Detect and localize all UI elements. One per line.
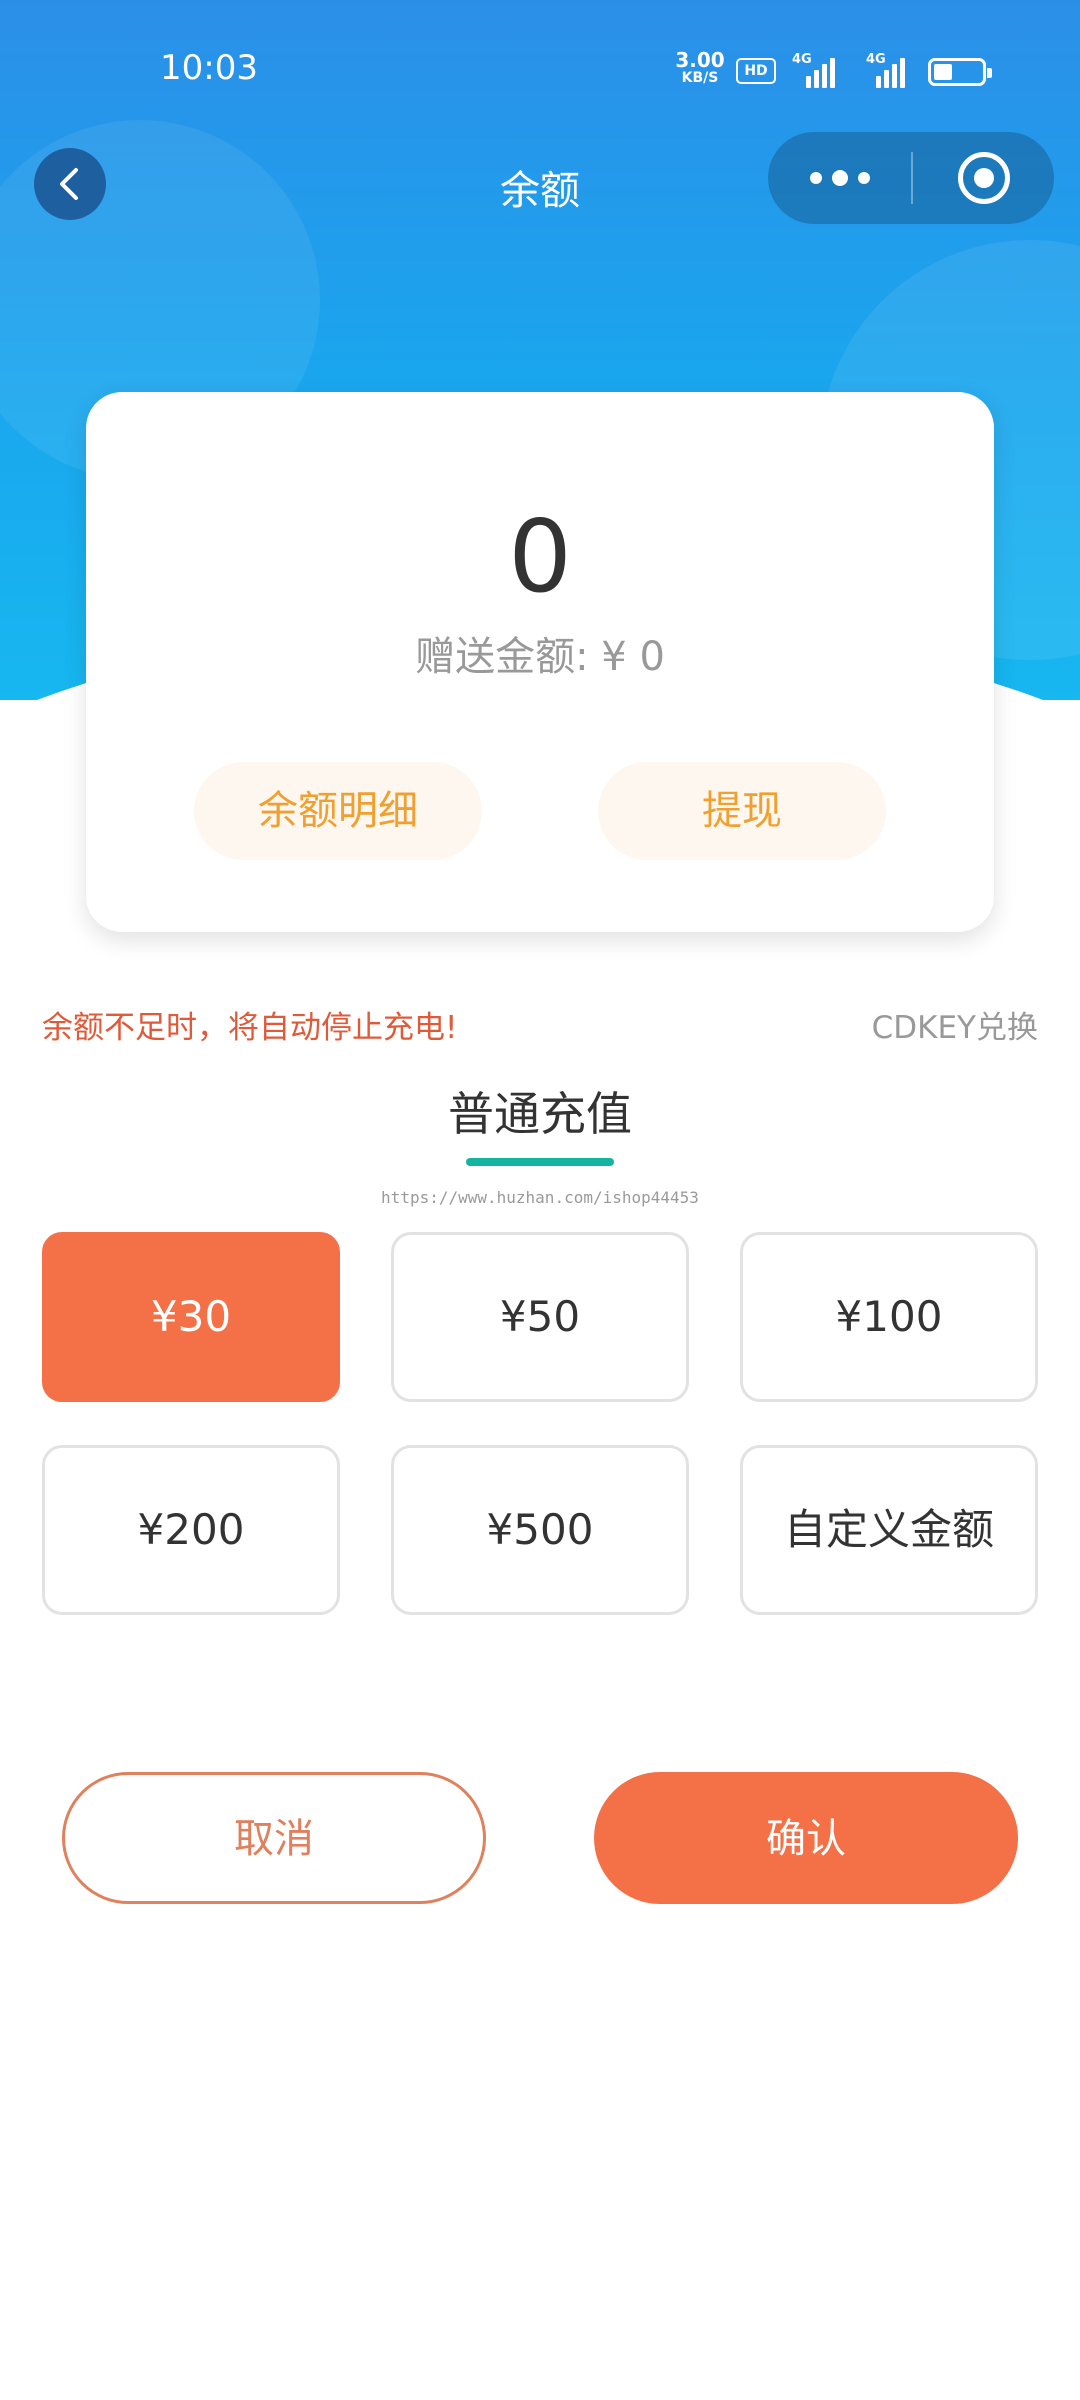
status-time: 10:03	[160, 48, 258, 88]
battery-level	[934, 64, 952, 80]
amount-option[interactable]: ¥30	[42, 1232, 340, 1402]
amount-option[interactable]: ¥500	[391, 1445, 689, 1615]
cdkey-redeem-link[interactable]: CDKEY兑换	[872, 1002, 1038, 1047]
miniprogram-capsule	[768, 132, 1054, 224]
network-speed: 3.00 KB/S	[670, 50, 730, 86]
signal-type: 4G	[866, 52, 886, 67]
capsule-divider	[911, 152, 913, 204]
balance-card: 0 赠送金额: ¥ 0 余额明细 提现	[86, 392, 994, 932]
gift-amount: 赠送金额: ¥ 0	[415, 634, 665, 680]
cancel-button[interactable]: 取消	[62, 1772, 486, 1904]
network-speed-value: 3.00	[675, 48, 725, 72]
signal-icon: 4G	[792, 52, 838, 88]
tab-indicator	[466, 1158, 614, 1166]
confirm-button[interactable]: 确认	[594, 1772, 1018, 1904]
tab-normal-recharge[interactable]: 普通充值	[0, 1078, 1080, 1144]
status-bar: 10:03 3.00 KB/S HD 4G 4G	[0, 0, 1080, 140]
more-dots-icon[interactable]	[810, 166, 880, 190]
signal-icon: 4G	[866, 52, 912, 88]
withdraw-button[interactable]: 提现	[598, 762, 886, 860]
target-close-icon[interactable]	[958, 152, 1010, 204]
signal-type: 4G	[792, 52, 812, 67]
balance-page: 10:03 3.00 KB/S HD 4G 4G 余额 0 赠送金额: ¥ 0 …	[0, 0, 1080, 2400]
custom-amount-option[interactable]: 自定义金额	[740, 1445, 1038, 1615]
low-balance-notice: 余额不足时，将自动停止充电!	[42, 1010, 458, 1046]
balance-detail-button[interactable]: 余额明细	[194, 762, 482, 860]
hd-icon: HD	[736, 58, 776, 84]
amount-option[interactable]: ¥50	[391, 1232, 689, 1402]
amount-option[interactable]: ¥200	[42, 1445, 340, 1615]
network-speed-unit: KB/S	[681, 70, 719, 86]
battery-icon	[928, 58, 992, 86]
amount-option[interactable]: ¥100	[740, 1232, 1038, 1402]
watermark-text: https://www.huzhan.com/ishop44453	[381, 1188, 699, 1207]
balance-amount: 0	[508, 498, 572, 615]
